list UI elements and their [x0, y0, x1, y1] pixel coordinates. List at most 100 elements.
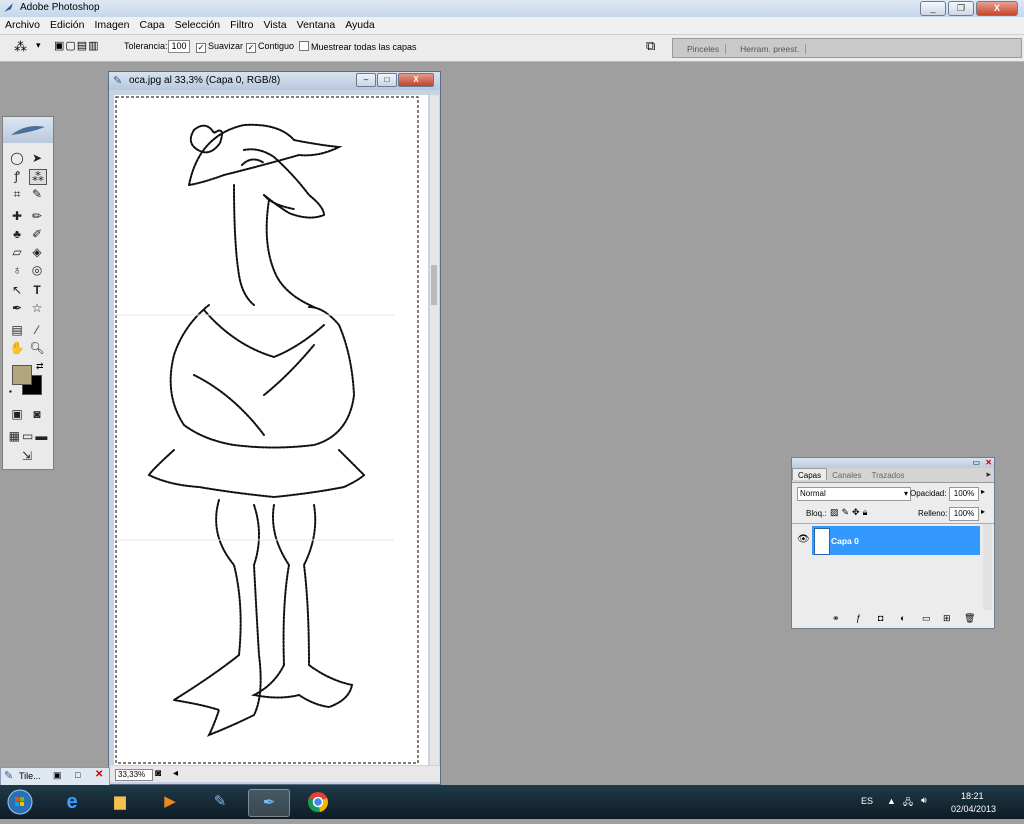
fill-input[interactable]: 100% — [949, 507, 979, 521]
magic-wand-icon[interactable]: ⁂ — [14, 39, 27, 55]
history-brush-icon[interactable]: ✐ — [29, 227, 45, 241]
restore-icon[interactable]: ▣ — [53, 770, 62, 781]
document-title-bar[interactable]: ✎ oca.jpg al 33,3% (Capa 0, RGB/8) – □ X — [109, 72, 440, 90]
chrome-icon[interactable] — [298, 789, 338, 815]
eye-icon[interactable]: 👁︎ — [797, 534, 810, 545]
new-group-icon[interactable]: ▭ — [922, 613, 931, 624]
app-icon[interactable]: ✎ — [200, 789, 240, 815]
layers-scrollbar[interactable] — [983, 524, 992, 610]
network-icon[interactable]: 🖧︎ — [903, 795, 913, 811]
status-info-icon[interactable]: ◙ — [155, 768, 161, 779]
swap-colors-icon[interactable]: ⇄ — [36, 361, 44, 372]
minimize-button[interactable]: _ — [920, 1, 946, 16]
marquee-tool-icon[interactable]: ◯ — [9, 151, 25, 165]
default-colors-icon[interactable]: ▪ — [9, 387, 12, 396]
scroll-left-icon[interactable]: ◂ — [173, 768, 178, 779]
tab-trazados[interactable]: Trazados — [866, 469, 909, 480]
brush-tool-icon[interactable]: ✏ — [29, 209, 45, 223]
sample-all-checkbox[interactable]: Muestrear todas las capas — [299, 41, 417, 52]
jump-to-imageready-icon[interactable]: ⇲ — [9, 449, 45, 463]
language-indicator[interactable]: ES — [861, 796, 873, 806]
panel-minimize-icon[interactable]: ▭ — [972, 458, 980, 467]
magic-wand-tool-icon[interactable]: ⁂ — [29, 169, 47, 185]
tolerance-input[interactable]: 100 — [168, 40, 190, 53]
start-orb-icon[interactable] — [2, 789, 38, 815]
opacity-slider-icon[interactable]: ▸ — [981, 487, 985, 496]
fill-slider-icon[interactable]: ▸ — [981, 507, 985, 516]
show-hidden-icons-icon[interactable]: ▲ — [887, 796, 896, 806]
maximize-button[interactable]: ❐ — [948, 1, 974, 16]
notes-tool-icon[interactable]: ▤ — [9, 323, 25, 337]
type-tool-icon[interactable]: T — [29, 283, 45, 297]
shape-tool-icon[interactable]: ☆ — [29, 301, 45, 315]
blend-mode-select[interactable]: Normal ▾ — [797, 487, 911, 501]
volume-icon[interactable]: 🔊︎ — [921, 795, 927, 806]
pen-tool-icon[interactable]: ✒ — [9, 301, 25, 315]
menu-edicion[interactable]: Edición — [45, 17, 89, 31]
tab-capas[interactable]: Capas — [792, 468, 828, 480]
close-icon[interactable]: ✕ — [95, 769, 103, 780]
menu-imagen[interactable]: Imagen — [89, 17, 134, 31]
layer-style-icon[interactable]: ƒ — [856, 613, 861, 623]
paint-bucket-icon[interactable]: ◈ — [29, 245, 45, 259]
tab-canales[interactable]: Canales — [827, 469, 866, 480]
blur-tool-icon[interactable]: ♁ — [9, 263, 25, 277]
opacity-input[interactable]: 100% — [949, 487, 979, 501]
dodge-tool-icon[interactable]: ◎ — [29, 263, 45, 277]
clock-date[interactable]: 02/04/2013 — [951, 804, 996, 814]
smooth-checkbox[interactable]: ✓ Suavizar — [196, 41, 243, 53]
panel-title-bar[interactable]: ▭ ✕ — [792, 458, 994, 468]
zoom-tool-icon[interactable]: 🔍︎ — [29, 341, 45, 355]
clock-time[interactable]: 18:21 — [961, 791, 984, 801]
eyedropper-icon[interactable]: ⁄ — [29, 323, 45, 337]
adjustment-layer-icon[interactable]: ◐ — [900, 613, 905, 623]
lasso-tool-icon[interactable]: ꝭ — [9, 169, 25, 183]
crop-tool-icon[interactable]: ⌗ — [9, 187, 25, 201]
doc-minimize-button[interactable]: – — [356, 73, 376, 87]
foreground-color-swatch[interactable] — [12, 365, 32, 385]
image-canvas[interactable] — [114, 95, 428, 765]
trash-icon[interactable]: 🗑︎ — [964, 613, 975, 624]
vertical-scrollbar[interactable] — [430, 95, 439, 765]
media-player-icon[interactable]: ▶ — [150, 789, 190, 815]
new-layer-icon[interactable]: ⊞ — [943, 613, 951, 624]
layer-mask-icon[interactable]: ◘ — [878, 613, 883, 623]
palette-well-icon[interactable]: ⧉ — [646, 38, 655, 54]
scrollbar-thumb[interactable] — [431, 265, 437, 305]
hand-tool-icon[interactable]: ✋ — [9, 341, 25, 355]
tab-herram-preest[interactable]: Herram. preest. — [734, 44, 807, 54]
menu-archivo[interactable]: Archivo — [0, 17, 45, 31]
minimized-window-bar[interactable]: ✎ Tile... ▣ □ ✕ — [0, 767, 110, 786]
tool-preset-chevron-icon[interactable]: ▾ — [36, 40, 41, 51]
selection-mode-icons[interactable]: ▣▢▤▥ — [54, 39, 100, 52]
screen-mode-icons[interactable]: ▦▭▬ — [7, 429, 51, 443]
panel-close-icon[interactable]: ✕ — [985, 458, 992, 467]
eraser-tool-icon[interactable]: ▱ — [9, 245, 25, 259]
zoom-level-input[interactable]: 33,33% — [115, 769, 153, 781]
menu-seleccion[interactable]: Selección — [170, 17, 226, 31]
tab-pinceles[interactable]: Pinceles — [681, 44, 727, 54]
menu-ventana[interactable]: Ventana — [292, 17, 341, 31]
move-tool-icon[interactable]: ➤ — [29, 151, 45, 165]
internet-explorer-icon[interactable]: e — [52, 789, 92, 815]
path-selection-icon[interactable]: ↖ — [9, 283, 25, 297]
link-layers-icon[interactable]: ⚭ — [832, 613, 840, 624]
lock-icons[interactable]: ▨✎✥🔒︎ — [830, 507, 870, 518]
clone-stamp-icon[interactable]: ♣ — [9, 227, 25, 241]
file-explorer-icon[interactable]: ▆ — [100, 789, 140, 815]
doc-maximize-button[interactable]: □ — [377, 73, 397, 87]
standard-mode-icon[interactable]: ▣ — [9, 407, 25, 421]
close-button[interactable]: X — [976, 1, 1018, 16]
maximize-icon[interactable]: □ — [75, 770, 80, 780]
panel-menu-icon[interactable]: ▸ — [986, 469, 991, 480]
healing-brush-icon[interactable]: ✚ — [9, 209, 25, 223]
slice-tool-icon[interactable]: ✎ — [29, 187, 45, 201]
menu-vista[interactable]: Vista — [258, 17, 291, 31]
menu-ayuda[interactable]: Ayuda — [340, 17, 380, 31]
contiguous-checkbox[interactable]: ✓ Contiguo — [246, 41, 294, 53]
menu-capa[interactable]: Capa — [135, 17, 170, 31]
menu-filtro[interactable]: Filtro — [225, 17, 258, 31]
layer-row[interactable]: Capa 0 — [812, 526, 980, 555]
photoshop-icon[interactable]: ✒ — [248, 789, 290, 817]
quick-mask-icon[interactable]: ◙ — [29, 407, 45, 421]
